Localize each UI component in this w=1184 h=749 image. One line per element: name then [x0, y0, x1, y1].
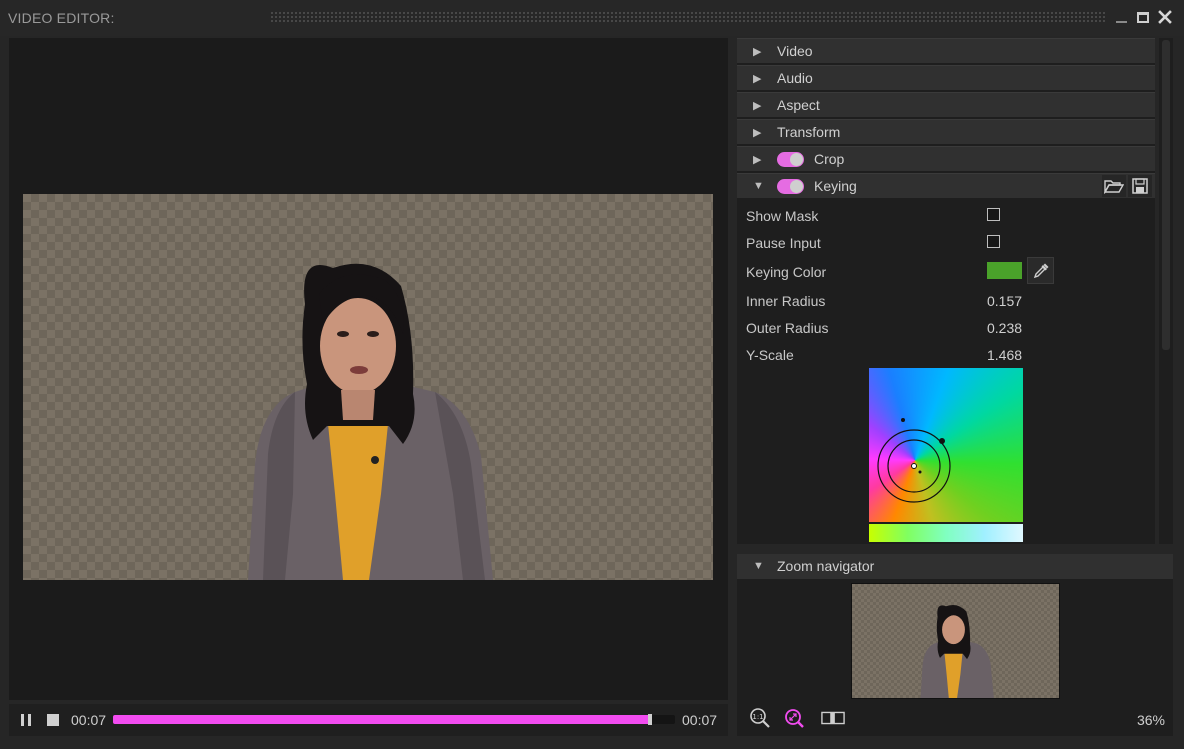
split-view-button[interactable] — [821, 707, 845, 729]
properties-panel: ▶ Video ▶ Audio ▶ Aspect ▶ Transform ▶ C… — [737, 38, 1155, 544]
section-aspect[interactable]: ▶ Aspect — [737, 92, 1155, 117]
inner-radius-value[interactable]: 0.157 — [987, 293, 1022, 309]
video-preview[interactable] — [9, 38, 728, 700]
title-bar: VIDEO EDITOR: — [0, 0, 1184, 36]
section-transform[interactable]: ▶ Transform — [737, 119, 1155, 144]
section-video[interactable]: ▶ Video — [737, 38, 1155, 63]
eyedropper-button[interactable] — [1027, 257, 1054, 284]
keying-color-swatch[interactable] — [987, 262, 1022, 279]
outer-radius-value[interactable]: 0.238 — [987, 320, 1022, 336]
section-label: Crop — [814, 151, 845, 167]
zoom-fit-icon — [785, 709, 804, 728]
minimize-button[interactable] — [1112, 8, 1130, 26]
collapse-arrow-icon: ▼ — [753, 560, 764, 572]
section-keying[interactable]: ▼ Keying — [737, 173, 1155, 198]
keying-enable-toggle[interactable] — [777, 179, 804, 194]
progress-handle[interactable] — [647, 714, 652, 725]
window-title: VIDEO EDITOR: — [8, 10, 115, 26]
load-preset-button[interactable] — [1102, 175, 1126, 197]
svg-text:1:1: 1:1 — [752, 713, 763, 721]
pause-icon — [21, 714, 31, 726]
zoom-navigator-header[interactable]: ▼ Zoom navigator — [737, 554, 1173, 579]
expand-arrow-icon: ▶ — [753, 100, 762, 112]
maximize-button[interactable] — [1134, 8, 1152, 26]
current-time: 00:07 — [71, 712, 107, 728]
key-color-picker[interactable] — [869, 368, 1023, 522]
collapse-arrow-icon: ▼ — [753, 180, 764, 192]
section-crop[interactable]: ▶ Crop — [737, 146, 1155, 171]
expand-arrow-icon: ▶ — [753, 46, 762, 58]
save-icon — [1132, 178, 1148, 194]
close-icon — [1158, 10, 1172, 24]
hue-strip[interactable] — [869, 524, 1023, 542]
panel-scrollbar[interactable] — [1159, 38, 1173, 544]
pause-button[interactable] — [18, 712, 34, 728]
minimize-icon — [1115, 21, 1127, 23]
zoom-fit-button[interactable] — [782, 707, 806, 729]
crop-enable-toggle[interactable] — [777, 152, 804, 167]
section-label: Keying — [814, 178, 857, 194]
video-frame — [23, 194, 713, 580]
outer-radius-label: Outer Radius — [746, 320, 829, 336]
expand-arrow-icon: ▶ — [753, 127, 762, 139]
zoom-actual-size-button[interactable]: 1:1 — [748, 707, 772, 729]
maximize-icon — [1137, 11, 1149, 23]
expand-arrow-icon: ▶ — [753, 73, 762, 85]
eyedropper-icon — [1033, 263, 1048, 278]
zoom-1to1-icon: 1:1 — [750, 708, 770, 728]
drag-grip[interactable] — [270, 11, 1106, 23]
zoom-percentage: 36% — [1136, 712, 1165, 728]
presenter-image — [248, 263, 493, 580]
section-audio[interactable]: ▶ Audio — [737, 65, 1155, 90]
show-mask-checkbox[interactable] — [987, 208, 1000, 221]
y-scale-value[interactable]: 1.468 — [987, 347, 1022, 363]
progress-fill — [113, 715, 650, 724]
stop-icon — [47, 714, 59, 726]
split-view-icon — [821, 711, 845, 725]
save-preset-button[interactable] — [1128, 175, 1152, 197]
zoom-thumbnail[interactable] — [851, 583, 1060, 699]
transport-bar: 00:07 00:07 — [9, 704, 728, 736]
expand-arrow-icon: ▶ — [753, 154, 762, 166]
zoom-navigator-label: Zoom navigator — [777, 558, 875, 574]
close-button[interactable] — [1156, 8, 1174, 26]
inner-radius-label: Inner Radius — [746, 293, 826, 309]
section-label: Aspect — [777, 97, 820, 113]
progress-track[interactable] — [113, 714, 675, 725]
section-label: Audio — [777, 70, 813, 86]
section-label: Video — [777, 43, 813, 59]
presenter-thumbnail-image — [920, 604, 994, 698]
folder-open-icon — [1104, 180, 1124, 194]
y-scale-label: Y-Scale — [746, 347, 794, 363]
total-time: 00:07 — [682, 712, 718, 728]
pause-input-checkbox[interactable] — [987, 235, 1000, 248]
zoom-navigator-panel: ▼ Zoom navigator 1:1 36% — [737, 554, 1173, 736]
key-radius-circles — [877, 418, 951, 503]
keying-color-label: Keying Color — [746, 264, 827, 280]
show-mask-label: Show Mask — [746, 208, 819, 224]
scroll-thumb[interactable] — [1162, 40, 1170, 350]
pause-input-label: Pause Input — [746, 235, 821, 251]
section-label: Transform — [777, 124, 841, 140]
stop-button[interactable] — [45, 712, 61, 728]
